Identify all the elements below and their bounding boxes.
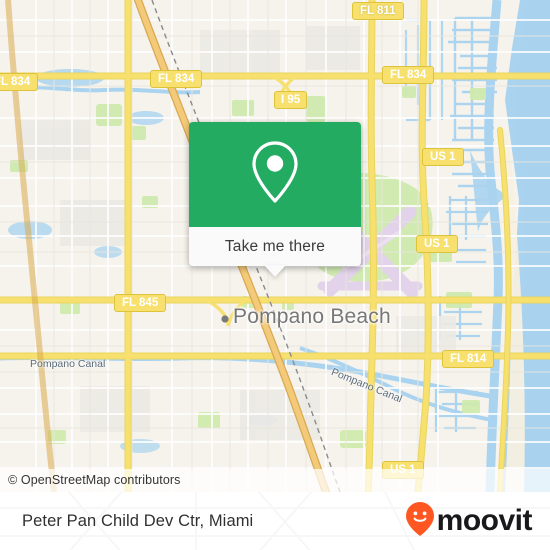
water-label-pompano-canal-left: Pompano Canal [30,358,106,370]
popup-header [189,122,361,227]
city-label: Pompano Beach [233,305,391,328]
take-me-there-label: Take me there [224,237,326,255]
place-title: Peter Pan Child Dev Ctr, Miami [22,511,254,530]
highway-shield-i95: I 95 [274,91,308,109]
highway-shield-fl834-left: FL 834 [0,73,39,91]
city-dot [221,315,229,323]
highway-shield-fl814: FL 814 [442,350,495,368]
moovit-logo[interactable]: moovit [405,501,533,542]
highway-shield-fl811: FL 811 [352,2,404,20]
popup-footer[interactable]: Take me there [189,227,361,277]
popup-pointer [264,265,286,277]
highway-shield-fl845: FL 845 [114,294,167,312]
highway-shield-fl834-mid: FL 834 [150,70,203,88]
highway-shield-fl834-right: FL 834 [382,66,435,84]
map-attribution: © OpenStreetMap contributors [0,469,550,492]
moovit-smiley-pin-icon [405,501,435,542]
location-popup-card[interactable]: Take me there [189,122,361,277]
highway-shield-us1-mid: US 1 [416,235,458,253]
location-pin-icon [248,139,302,210]
highway-shield-us1-upper: US 1 [422,148,464,166]
moovit-wordmark: moovit [436,504,533,537]
screenshot-root: FL 811 FL 834 FL 834 FL 834 I 95 US 1 US… [0,0,550,550]
footer-bar: Peter Pan Child Dev Ctr, Miami moovit [0,492,550,550]
